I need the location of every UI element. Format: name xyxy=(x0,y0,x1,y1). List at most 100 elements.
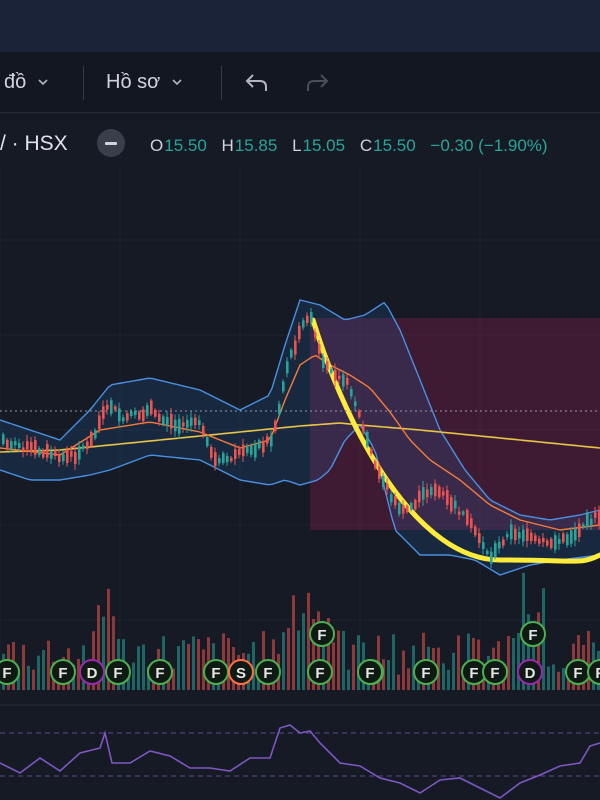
candle-body xyxy=(54,450,57,456)
redo-button[interactable] xyxy=(304,52,330,112)
event-marker-label: F xyxy=(421,665,430,682)
event-marker-f: F xyxy=(357,659,383,685)
event-marker-label: F xyxy=(211,665,220,682)
candle-body xyxy=(2,434,5,444)
event-marker-label: F xyxy=(365,665,374,682)
volume-bar xyxy=(587,630,590,690)
candle-body xyxy=(298,325,301,340)
candle-body xyxy=(434,483,437,497)
volume-bar xyxy=(407,668,410,690)
event-marker-f: F xyxy=(309,621,335,647)
price-chart[interactable]: FFDFFFSFFFFFFFDFFFF xyxy=(0,165,600,800)
candle-body xyxy=(22,447,25,452)
candle-body xyxy=(282,381,285,392)
candle-body xyxy=(442,491,445,496)
candle-body xyxy=(498,541,501,549)
undo-button[interactable] xyxy=(244,52,270,112)
event-marker-label: F xyxy=(595,665,600,682)
candle-body xyxy=(58,454,61,463)
candle-body xyxy=(486,550,489,555)
ohlc-values: O15.50 H15.85 L15.05 C15.50 −0.30 (−1.90… xyxy=(150,136,548,156)
volume-bar xyxy=(197,639,200,690)
candle-body xyxy=(338,375,341,379)
redo-icon xyxy=(307,74,329,91)
volume-bar xyxy=(352,644,355,690)
event-marker-label: F xyxy=(469,665,478,682)
undo-icon xyxy=(245,74,267,91)
volume-bar xyxy=(447,669,450,690)
candle-body xyxy=(558,539,561,544)
oscillator-line xyxy=(0,724,600,799)
volume-bar xyxy=(182,640,185,690)
candle-body xyxy=(82,445,85,449)
candle-body xyxy=(478,533,481,544)
candle-body xyxy=(102,406,105,419)
candle-body xyxy=(378,466,381,480)
candle-body xyxy=(510,524,513,540)
candle-body xyxy=(302,320,305,328)
candle-body xyxy=(474,526,477,536)
volume-bar xyxy=(297,630,300,690)
candle-body xyxy=(130,411,133,416)
collapse-legend-button[interactable] xyxy=(97,129,125,157)
volume-bar xyxy=(142,644,145,690)
candle-body xyxy=(398,502,401,515)
event-marker-f: F xyxy=(482,659,508,685)
candle-body xyxy=(522,529,525,542)
event-marker-label: F xyxy=(2,665,11,682)
volume-bar xyxy=(227,637,230,690)
candle-body xyxy=(554,535,557,550)
candle-body xyxy=(402,505,405,514)
volume-bar xyxy=(47,640,50,690)
event-marker-f: F xyxy=(147,659,173,685)
volume-bar xyxy=(347,669,350,690)
chart-type-menu[interactable]: đồ xyxy=(4,52,48,112)
volume-bar xyxy=(337,630,340,690)
volume-bar xyxy=(387,660,390,690)
candle-body xyxy=(26,441,29,450)
candle-body xyxy=(134,410,137,416)
volume-bar xyxy=(512,638,515,690)
candle-body xyxy=(234,449,237,459)
high-value: 15.85 xyxy=(234,136,278,155)
candle-body xyxy=(210,446,213,458)
candle-body xyxy=(142,409,145,422)
chevron-down-icon xyxy=(172,79,182,86)
candle-body xyxy=(246,446,249,454)
candle-body xyxy=(294,340,297,355)
candle-body xyxy=(114,406,117,410)
candle-body xyxy=(178,418,181,434)
candle-body xyxy=(38,448,41,456)
event-marker-d: D xyxy=(517,659,543,685)
low-value: 15.05 xyxy=(302,136,346,155)
volume-bar xyxy=(292,595,295,690)
candle-body xyxy=(502,539,505,546)
candle-body xyxy=(594,512,597,518)
candle-body xyxy=(110,400,113,414)
volume-bar xyxy=(37,655,40,690)
candle-body xyxy=(98,415,101,429)
candle-body xyxy=(78,446,81,460)
candle-body xyxy=(202,425,205,436)
event-marker-f: F xyxy=(0,659,20,685)
candle-body xyxy=(362,424,365,431)
candle-body xyxy=(306,315,309,323)
candle-body xyxy=(326,361,329,370)
event-marker-f: F xyxy=(50,659,76,685)
candle-body xyxy=(118,408,121,422)
event-marker-label: F xyxy=(263,665,272,682)
volume-bar xyxy=(187,643,190,690)
candle-body xyxy=(586,512,589,527)
volume-bar xyxy=(192,636,195,690)
candle-body xyxy=(566,534,569,546)
profile-menu[interactable]: Hồ sơ xyxy=(106,52,182,112)
candle-body xyxy=(274,421,277,432)
event-marker-label: F xyxy=(573,665,582,682)
candle-body xyxy=(42,450,45,458)
candle-body xyxy=(366,431,369,447)
candle-body xyxy=(278,403,281,415)
volume-bar xyxy=(342,630,345,690)
symbol-label[interactable]: / · HSX xyxy=(0,132,68,156)
toolbar-divider xyxy=(221,66,222,100)
low-key: L xyxy=(292,136,302,155)
